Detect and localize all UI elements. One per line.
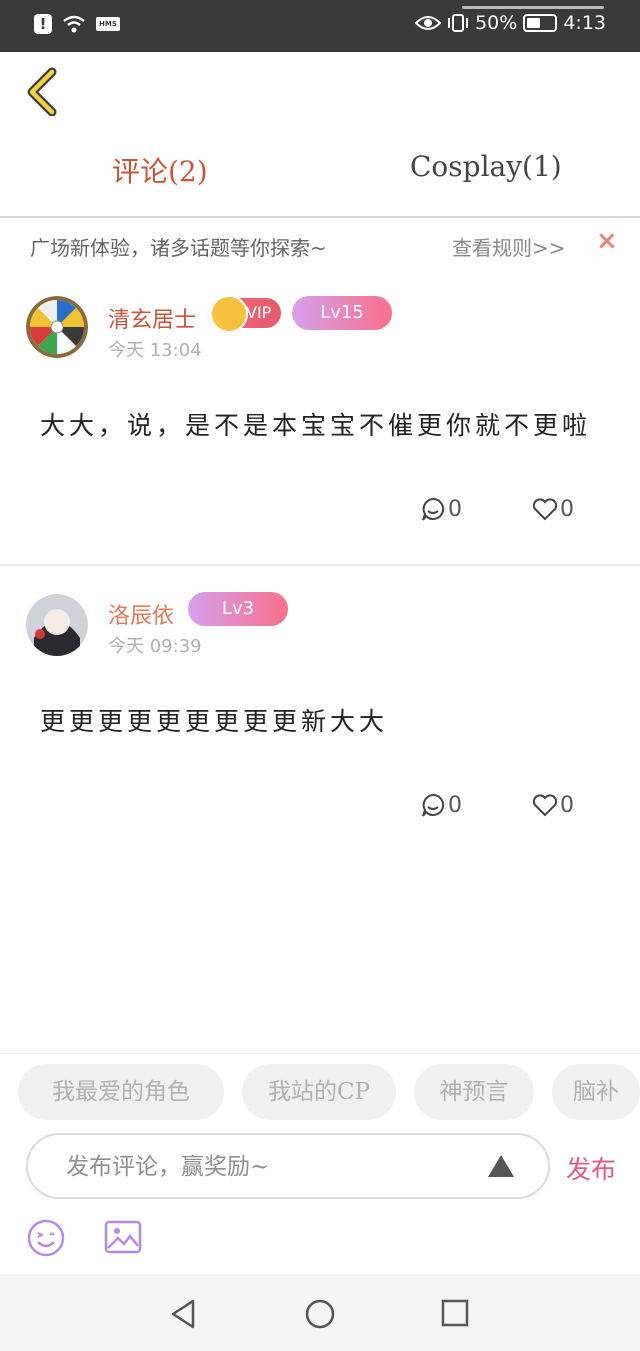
wifi-icon bbox=[63, 15, 85, 33]
level-badge: Lv3 bbox=[188, 592, 288, 626]
crown-icon bbox=[210, 295, 248, 333]
comment-text: 大大，说，是不是本宝宝不催更你就不更啦 bbox=[40, 411, 592, 440]
recents-square-icon[interactable] bbox=[440, 1298, 470, 1328]
heart-icon bbox=[532, 498, 558, 521]
comment-input[interactable] bbox=[64, 1147, 468, 1187]
topic-chip[interactable]: 我站的CP bbox=[242, 1064, 396, 1120]
comment-input-box bbox=[26, 1133, 550, 1199]
status-right: 50% 4:13 bbox=[415, 12, 606, 34]
hms-icon: HMS bbox=[96, 17, 120, 31]
topic-chip[interactable]: 我最爱的角色 bbox=[18, 1064, 224, 1120]
comment-bubble-icon bbox=[422, 793, 445, 817]
like-button[interactable]: 0 bbox=[532, 497, 574, 522]
avatar[interactable] bbox=[26, 296, 88, 358]
reply-button[interactable]: 0 bbox=[420, 792, 462, 818]
avatar-anime-image bbox=[26, 594, 88, 656]
reply-count: 0 bbox=[448, 792, 462, 818]
comment-actions: 0 0 bbox=[420, 792, 574, 818]
emoji-icon[interactable] bbox=[26, 1218, 66, 1258]
eye-icon bbox=[415, 16, 442, 30]
clock: 4:13 bbox=[563, 12, 606, 34]
comment-item: 清玄居士 今天 13:04 VIP Lv15 大大，说，是不是本宝宝不催更你就不… bbox=[0, 270, 640, 564]
back-icon[interactable] bbox=[22, 66, 62, 116]
publish-button[interactable]: 发布 bbox=[566, 1150, 616, 1186]
heart-icon bbox=[532, 794, 558, 817]
alert-icon: ! bbox=[34, 14, 52, 34]
system-nav-bar bbox=[0, 1274, 640, 1351]
home-circle-icon[interactable] bbox=[304, 1298, 336, 1330]
level-badge: Lv15 bbox=[292, 296, 392, 330]
comment-time: 今天 09:39 bbox=[108, 636, 202, 657]
username[interactable]: 清玄居士 bbox=[108, 302, 196, 334]
comment-actions: 0 0 bbox=[420, 496, 574, 522]
notice-text: 广场新体验，诸多话题等你探索~ bbox=[30, 236, 327, 260]
like-count: 0 bbox=[560, 496, 574, 522]
reply-button[interactable]: 0 bbox=[420, 496, 462, 522]
comment-text: 更更更更更更更更更新大大 bbox=[40, 707, 389, 736]
topic-chip[interactable]: 神预言 bbox=[414, 1064, 534, 1120]
composer-divider bbox=[0, 1053, 640, 1054]
like-count: 0 bbox=[560, 792, 574, 818]
like-button[interactable]: 0 bbox=[532, 793, 574, 818]
vip-badge: VIP bbox=[210, 295, 282, 333]
back-triangle-icon[interactable] bbox=[168, 1298, 198, 1330]
tab-comments[interactable]: 评论(2) bbox=[112, 150, 208, 190]
avatar[interactable] bbox=[26, 594, 88, 656]
comment-time: 今天 13:04 bbox=[108, 340, 202, 361]
expand-arrow-icon[interactable] bbox=[488, 1155, 514, 1177]
notice-bar: 广场新体验，诸多话题等你探索~ 查看规则>> × bbox=[0, 218, 640, 270]
comment-item: 洛辰依 今天 09:39 Lv3 更更更更更更更更更新大大 0 0 bbox=[0, 566, 640, 866]
avatar-wheel-image bbox=[26, 296, 88, 358]
battery-icon bbox=[523, 14, 558, 32]
vibrate-icon bbox=[448, 14, 469, 32]
image-icon[interactable] bbox=[104, 1218, 142, 1256]
battery-percent: 50% bbox=[475, 12, 518, 34]
status-left: ! HMS bbox=[34, 14, 120, 34]
vip-label: VIP bbox=[246, 303, 272, 322]
status-bar-drag-line bbox=[462, 6, 604, 9]
tab-bar: 评论(2) Cosplay(1) bbox=[0, 130, 640, 218]
tab-cosplay[interactable]: Cosplay(1) bbox=[410, 150, 562, 183]
reply-count: 0 bbox=[448, 496, 462, 522]
topic-chip[interactable]: 脑补 bbox=[552, 1064, 640, 1120]
close-notice-icon[interactable]: × bbox=[596, 226, 618, 256]
status-bar: ! HMS 50% 4:13 bbox=[0, 0, 640, 52]
view-rules-link[interactable]: 查看规则>> bbox=[452, 232, 566, 261]
comment-bubble-icon bbox=[422, 497, 445, 521]
username[interactable]: 洛辰依 bbox=[108, 598, 174, 630]
